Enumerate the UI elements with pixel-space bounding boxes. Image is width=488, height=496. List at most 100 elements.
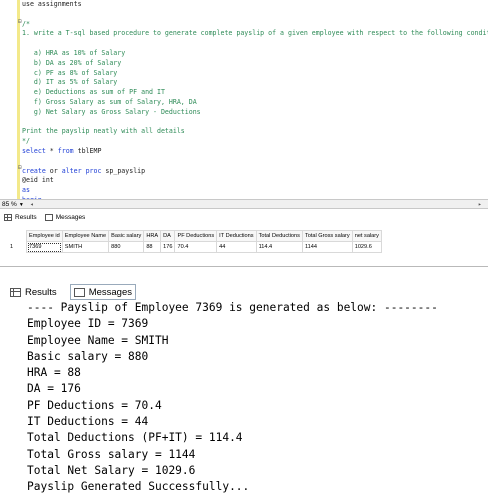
message-line: Total Deductions (PF+IT) = 114.4 [27,431,243,445]
code-token: e) Deductions as sum of PF and IT [22,88,165,97]
messages-icon [73,287,85,297]
column-header[interactable]: DA [160,230,176,242]
messages-tab-bar: Results Messages [7,284,136,300]
code-token: @eid int [22,176,54,185]
code-token: use assignments [22,0,82,8]
table-cell[interactable]: 70.4 [174,241,218,253]
code-token: 1. write a T-sql based procedure to gene… [22,29,488,38]
column-header[interactable]: HRA [143,230,162,242]
column-header[interactable]: Total Gross salary [301,230,353,242]
code-token: */ [22,137,30,146]
messages-output[interactable]: ---- Payslip of Employee 7369 is generat… [27,300,438,496]
code-line: d) IT as 5% of Salary [22,78,488,88]
message-line: Employee ID = 7369 [27,317,149,331]
code-line: */ [22,137,488,147]
message-line: DA = 176 [27,382,81,396]
table-cell[interactable]: 880 [108,241,145,253]
message-line: Basic salary = 880 [27,349,149,363]
tab-messages[interactable]: Messages [69,284,136,300]
table-header-row: Employee id Employee Name Basic salary HRA D… [2,230,382,242]
message-line: IT Deductions = 44 [27,415,149,429]
column-header[interactable]: Basic salary [108,230,145,242]
message-line: PF Deductions = 70.4 [27,398,162,412]
editor-status-bar: 85 % ▼ ◂ ▸ [0,199,488,209]
code-line: @eid int [22,176,488,186]
code-line: e) Deductions as sum of PF and IT [22,88,488,98]
grid-icon [4,214,12,221]
code-line: 1. write a T-sql based procedure to gene… [22,29,488,39]
code-line: a) HRA as 10% of Salary [22,49,488,59]
code-line: f) Gross Salary as sum of Salary, HRA, D… [22,98,488,108]
tab-results[interactable]: Results [4,214,37,221]
scroll-left-icon[interactable]: ◂ [30,201,34,208]
code-token: sp_payslip [101,166,146,175]
message-line: Employee Name = SMITH [27,333,169,347]
table-row[interactable]: 1 7369 SMITH 880 88 176 70.4 44 114.4 1144 1029.6 [2,241,382,253]
code-line: /* [22,20,488,30]
column-header[interactable]: IT Deductions [216,230,257,242]
table-cell[interactable]: 1144 [301,241,353,253]
code-token: or [45,166,62,175]
code-token: select [22,146,46,155]
code-text[interactable]: use assignments /* 1. write a T-sql based … [22,0,488,199]
table-cell[interactable]: 1029.6 [351,241,382,253]
table-cell[interactable]: 88 [143,241,162,253]
tab-results[interactable]: Results [7,285,60,299]
tab-results-label: Results [15,214,37,221]
table-cell[interactable]: SMITH [61,241,110,253]
row-number: 1 [2,241,27,253]
code-token: * [45,146,58,155]
tab-messages-label: Messages [55,214,86,221]
column-header[interactable]: Total Deductions [255,230,303,242]
code-line: c) PF as 8% of Salary [22,69,488,79]
code-token: d) IT as 5% of Salary [22,78,118,87]
code-token: a) HRA as 10% of Salary [22,48,126,57]
code-token: /* [22,19,30,28]
message-line: ---- Payslip of Employee 7369 is generat… [27,301,438,314]
code-token: as [22,186,30,195]
code-token: b) DA as 20% of Salary [22,58,122,67]
message-line: Total Net Salary = 1029.6 [27,463,196,477]
code-line: b) DA as 20% of Salary [22,59,488,69]
code-token: f) Gross Salary as sum of Salary, HRA, D… [22,97,197,106]
row-header-corner [2,230,27,242]
code-token: tblEMP [73,146,102,155]
messages-pane: Results Messages ---- Payslip of Employe… [2,276,486,493]
column-header[interactable]: net salary [351,230,382,242]
messages-icon [44,214,53,221]
message-line: Payslip Generated Successfully... [27,480,250,494]
column-header[interactable]: PF Deductions [174,230,218,242]
table-cell[interactable]: 176 [160,241,176,253]
grid-icon [10,287,21,297]
chevron-down-icon: ▼ [18,202,24,208]
column-header[interactable]: Employee id [26,230,63,242]
tab-messages[interactable]: Messages [44,214,86,221]
scroll-right-icon[interactable]: ▸ [478,201,482,208]
results-grid-pane: Results Messages Employee id Employee Nam… [0,210,488,260]
code-token: from [57,146,74,155]
code-token: proc [85,166,102,175]
code-line: select * from tblEMP [22,147,488,157]
table-cell[interactable]: 44 [216,241,257,253]
zoom-select[interactable]: 85 % ▼ [2,200,24,210]
code-token: create [22,166,46,175]
code-token: g) Net Salary as Gross Salary - Deductio… [22,107,201,116]
code-line: as [22,186,488,196]
zoom-value: 85 % [2,201,17,208]
query-editor[interactable]: ⊟ ⊟ use assignments/* 1. write a T-sql ba… [0,0,488,199]
results-table[interactable]: Employee id Employee Name Basic salary HRA D… [2,230,382,253]
table-cell[interactable]: 7369 [26,241,63,253]
table-cell[interactable]: 114.4 [255,241,303,253]
results-tab-bar: Results Messages [4,214,85,221]
code-line: Print the payslip neatly with all detail… [22,127,488,137]
code-line: create or alter proc sp_payslip [22,167,488,177]
column-header[interactable]: Employee Name [61,230,110,242]
pane-separator[interactable] [0,266,488,272]
tab-results-label: Results [25,286,57,298]
code-token: c) PF as 8% of Salary [22,68,118,77]
tab-messages-label: Messages [88,286,132,298]
